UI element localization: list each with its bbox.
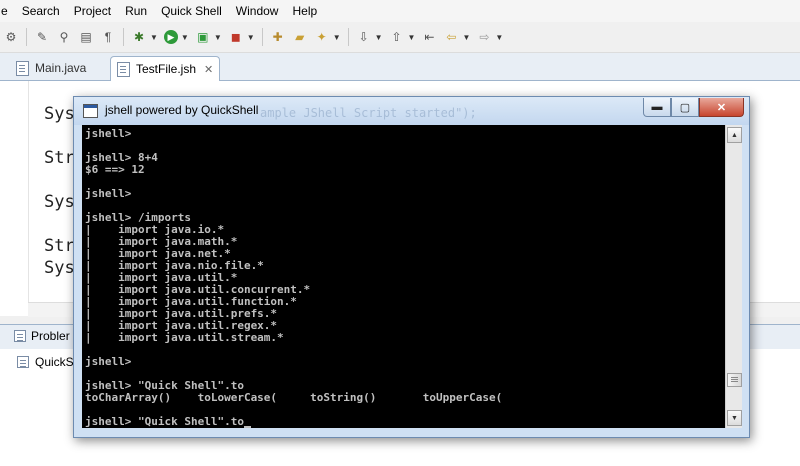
menu-edit[interactable]: e [0, 0, 15, 22]
main-toolbar: ⚙ ✎ ⚲ ▤ ¶ ✱ ▼ ▶ ▼ ▣ ▼ ◼ ▼ ✚ ▰ ✦ ▼ ⇩ ▼ ⇧ … [0, 22, 800, 53]
chevron-down-icon[interactable]: ▼ [375, 33, 383, 42]
console-line: toCharArray() toLowerCase( toString() to… [85, 391, 503, 404]
tab-testfile-jsh[interactable]: TestFile.jsh ✕ [110, 56, 221, 81]
code-line: Sys [44, 192, 75, 212]
tab-label: Main.java [35, 61, 87, 75]
console-line: | import java.util.stream.* [85, 331, 284, 344]
console-line: $6 ==> 12 [85, 163, 145, 176]
jshell-console[interactable]: jshell> jshell> 8+4 $6 ==> 12 jshell> js… [82, 125, 725, 428]
chevron-down-icon[interactable]: ▼ [408, 33, 416, 42]
chevron-down-icon[interactable]: ▼ [333, 33, 341, 42]
chevron-down-icon[interactable]: ▼ [150, 33, 158, 42]
window-titlebar[interactable]: jshell powered by QuickShell ample JShel… [74, 97, 749, 125]
scrollbar-thumb[interactable] [727, 373, 742, 387]
editor-gutter [0, 81, 29, 316]
code-line: Sys [44, 258, 75, 278]
scroll-down-icon[interactable]: ▼ [727, 410, 742, 426]
quickshell-tree-item[interactable]: QuickSl [17, 355, 76, 369]
close-icon[interactable]: ✕ [204, 63, 213, 76]
toolbar-separator [261, 28, 263, 46]
console-icon [17, 356, 29, 368]
tab-problems[interactable]: Probler [14, 329, 70, 343]
previous-annotation-icon[interactable]: ⇧ [389, 29, 405, 45]
console-input-line[interactable]: jshell> "Quick Shell".to [85, 416, 251, 428]
minimize-button[interactable]: ▬ [643, 98, 671, 117]
wand-icon[interactable]: ✦ [314, 29, 330, 45]
toolbar-separator [26, 28, 27, 46]
maximize-button[interactable]: ▢ [671, 98, 699, 117]
menu-run[interactable]: Run [118, 0, 154, 22]
external-tools-icon[interactable]: ▣ [195, 29, 211, 45]
menu-window[interactable]: Window [229, 0, 286, 22]
chevron-down-icon[interactable]: ▼ [462, 33, 470, 42]
back-icon[interactable]: ⇦ [443, 29, 459, 45]
text-cursor [243, 426, 251, 428]
chevron-down-icon[interactable]: ▼ [495, 33, 503, 42]
run-icon[interactable]: ▶ [163, 30, 178, 44]
menu-project[interactable]: Project [67, 0, 118, 22]
chevron-down-icon[interactable]: ▼ [214, 33, 222, 42]
editor-tab-bar: Main.java TestFile.jsh ✕ [0, 53, 800, 81]
forward-icon[interactable]: ⇨ [476, 29, 492, 45]
new-package-icon[interactable]: ✚ [270, 29, 286, 45]
code-line: Str [44, 148, 75, 168]
pilcrow-icon[interactable]: ¶ [100, 29, 116, 45]
tab-label: Probler [31, 329, 70, 343]
menu-search[interactable]: Search [15, 0, 67, 22]
console-prompt-text: jshell> "Quick Shell".to [85, 415, 244, 428]
next-annotation-icon[interactable]: ⇩ [356, 29, 372, 45]
problems-icon [14, 330, 26, 342]
code-line: Str [44, 236, 75, 256]
toolbar-separator [347, 28, 349, 46]
stop-icon[interactable]: ◼ [228, 29, 244, 45]
menu-bar: e Search Project Run Quick Shell Window … [0, 0, 800, 22]
debug-icon[interactable]: ✱ [131, 29, 147, 45]
menu-help[interactable]: Help [285, 0, 324, 22]
console-line: jshell> [85, 127, 132, 140]
pen-icon[interactable]: ✎ [34, 29, 50, 45]
tab-label: TestFile.jsh [136, 62, 197, 76]
list-icon[interactable]: ▤ [78, 29, 94, 45]
obscured-editor-text: ample JShell Script started"); [260, 106, 477, 120]
console-line: jshell> [85, 187, 132, 200]
window-controls: ▬ ▢ ✕ [643, 98, 744, 117]
window-title: jshell powered by QuickShell [105, 103, 259, 117]
chevron-down-icon[interactable]: ▼ [247, 33, 255, 42]
close-button[interactable]: ✕ [699, 98, 744, 117]
console-vertical-scrollbar[interactable]: ▲ ▼ [725, 125, 742, 428]
settings-icon[interactable]: ⚙ [3, 29, 19, 45]
chevron-down-icon[interactable]: ▼ [181, 33, 189, 42]
java-file-icon [16, 60, 29, 76]
last-edit-icon[interactable]: ⇤ [421, 29, 437, 45]
search-replace-icon[interactable]: ⚲ [56, 29, 72, 45]
app-window-icon [83, 104, 98, 118]
code-line: Sys [44, 104, 75, 124]
console-line: jshell> [85, 355, 132, 368]
toolbar-separator [123, 28, 124, 46]
menu-quick-shell[interactable]: Quick Shell [154, 0, 229, 22]
tab-main-java[interactable]: Main.java [10, 56, 92, 80]
quickshell-window: jshell powered by QuickShell ample JShel… [73, 96, 750, 438]
open-folder-icon[interactable]: ▰ [292, 29, 308, 45]
jsh-file-icon [117, 61, 130, 77]
tree-item-label: QuickSl [35, 355, 77, 369]
scroll-up-icon[interactable]: ▲ [727, 127, 742, 143]
